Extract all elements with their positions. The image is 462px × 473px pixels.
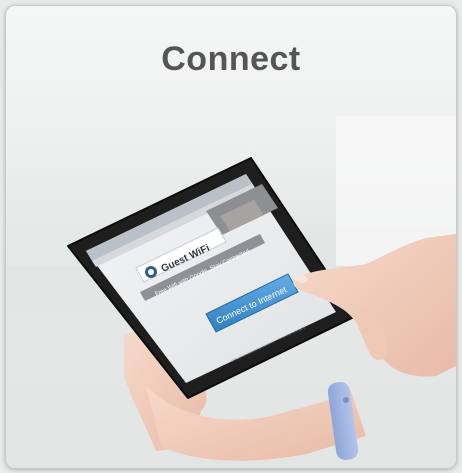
tablet-scene: Guest WiFi Free Wifi with Google. Stay C…	[6, 116, 456, 468]
connect-card[interactable]: Connect Guest WiFi Free Wifi with Google…	[5, 5, 457, 469]
wifi-logo-icon-inner	[148, 269, 154, 275]
wrist-band-clasp	[343, 397, 349, 403]
